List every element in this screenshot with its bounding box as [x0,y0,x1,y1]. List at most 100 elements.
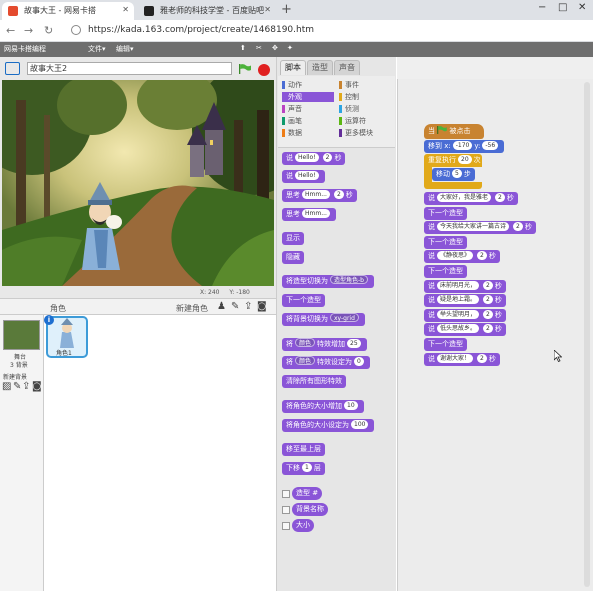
block-dropdown[interactable]: 造型角色-b [330,275,368,284]
next-costume-block[interactable]: 下一个造型 [424,236,467,249]
stage-thumbnail[interactable] [3,320,40,350]
edit-menu[interactable]: 编辑▾ [116,44,134,54]
script-scrollbar[interactable] [584,82,590,587]
camera-icon[interactable]: ◙ [257,301,267,312]
cut-icon[interactable]: ✂ [256,44,262,52]
think-block[interactable]: 思考 Hmm... [282,208,336,221]
say-for-secs-block[interactable]: 说 Hello! 2 秒 [282,152,346,165]
block-input[interactable]: 1 [302,463,312,472]
close-window-icon[interactable]: ✕ [578,2,586,13]
show-block[interactable]: 显示 [282,232,304,245]
stop-icon[interactable] [258,64,270,76]
category-1[interactable]: 事件 [339,80,391,90]
block-dropdown[interactable]: xy-grid [330,313,359,322]
set-effect-block[interactable]: 将颜色 特效设定为 0 [282,356,370,369]
hide-block[interactable]: 隐藏 [282,251,304,264]
block-input[interactable]: 0 [354,357,364,366]
set-size-block[interactable]: 将角色的大小设定为 100 [282,419,375,432]
block-input[interactable]: 今天我给大家讲一篇古诗 [437,222,510,231]
block-input[interactable]: 5 [452,169,462,178]
forward-icon[interactable]: → [24,24,33,37]
block-input[interactable]: 2 [483,324,493,333]
block-input[interactable]: 2 [483,281,493,290]
choose-sprite-icon[interactable]: ♟ [217,301,226,312]
tab-sounds[interactable]: 声音 [334,60,360,75]
costume-number-checkbox[interactable] [282,490,290,498]
say-for-secs-block[interactable]: 说疑是地上霜。 2 秒 [424,294,506,307]
block-input[interactable]: 10 [344,401,358,410]
reload-icon[interactable]: ↻ [44,24,53,37]
browser-tab-active[interactable]: 故事大王 - 网易卡搭 ✕ [2,2,134,20]
browser-tab[interactable]: 雅老师的科技学堂 - 百度贴吧 ✕ [138,2,276,20]
kada-logo[interactable]: 网易卡搭编程 [4,44,46,54]
new-tab-button[interactable]: + [281,2,292,17]
switch-costume-block[interactable]: 将造型切换为 造型角色-b [282,275,374,288]
block-input[interactable]: 大家好，我是雅老 [437,193,492,202]
block-input[interactable]: Hmm... [302,190,330,199]
move-steps-block[interactable]: 移动 5 步 [432,168,475,181]
block-input[interactable]: 举头望明月， [437,310,480,319]
paint-backdrop-icon[interactable]: ✎ [13,381,21,392]
block-input[interactable]: 《静夜思》 [437,251,474,260]
category-3[interactable]: 控制 [339,92,391,102]
block-input[interactable]: 2 [333,190,344,199]
grow-icon[interactable]: ✥ [272,44,278,52]
think-for-secs-block[interactable]: 思考 Hmm... 2 秒 [282,189,357,202]
category-6[interactable]: 画笔 [282,116,334,126]
change-effect-block[interactable]: 将颜色 特效增加 25 [282,338,367,351]
backdrop-name-reporter[interactable]: 背景名称 [292,503,328,516]
change-size-block[interactable]: 将角色的大小增加 10 [282,400,364,413]
block-input[interactable]: Hmm... [302,209,330,218]
block-dropdown[interactable]: 颜色 [295,356,316,365]
block-input[interactable]: 2 [477,251,487,260]
block-input[interactable]: 20 [458,155,472,164]
category-5[interactable]: 侦测 [339,104,391,114]
minimize-icon[interactable]: − [538,2,546,13]
say-block[interactable]: 说 Hello! [282,170,325,183]
say-for-secs-block[interactable]: 说低头思故乡。 2 秒 [424,323,506,336]
say-for-secs-block[interactable]: 说谢谢大家！ 2 秒 [424,353,500,366]
say-for-secs-block[interactable]: 说《静夜思》 2 秒 [424,250,500,263]
close-tab-icon[interactable]: ✕ [264,5,271,14]
block-input[interactable]: 疑是地上霜。 [437,295,480,304]
block-input[interactable]: -170 [452,141,473,150]
block-input[interactable]: Hello! [295,171,319,180]
category-0[interactable]: 动作 [282,80,334,90]
size-reporter[interactable]: 大小 [292,519,314,532]
say-for-secs-block[interactable]: 说床前明月光， 2 秒 [424,280,506,293]
tab-scripts[interactable]: 脚本 [280,60,306,75]
block-input[interactable]: 2 [477,354,487,363]
block-input[interactable]: 2 [495,193,505,202]
block-input[interactable]: 2 [483,310,493,319]
block-input[interactable]: 2 [483,295,493,304]
site-info-icon[interactable] [71,25,81,35]
category-4[interactable]: 声音 [282,104,334,114]
tab-costumes[interactable]: 造型 [307,60,333,75]
duplicate-icon[interactable]: ⬆ [240,44,246,52]
go-to-front-block[interactable]: 移至最上层 [282,443,325,456]
upload-backdrop-icon[interactable]: ⇪ [22,381,30,392]
fullscreen-icon[interactable] [5,62,20,75]
green-flag-icon[interactable] [239,64,251,74]
category-7[interactable]: 运算符 [339,116,391,126]
stage-canvas[interactable] [2,80,274,286]
say-for-secs-block[interactable]: 说大家好，我是雅老 2 秒 [424,192,518,205]
info-icon[interactable]: i [44,315,54,325]
block-input[interactable]: Hello! [295,153,319,162]
block-input[interactable]: -56 [482,141,499,150]
paint-sprite-icon[interactable]: ✎ [231,301,239,312]
backdrop-library-icon[interactable]: ▨ [2,381,11,392]
close-tab-icon[interactable]: ✕ [122,5,129,14]
next-costume-block[interactable]: 下一个造型 [282,294,325,307]
maximize-icon[interactable]: □ [558,2,567,13]
block-input[interactable]: 低头思故乡。 [437,324,480,333]
back-icon[interactable]: ← [6,24,15,37]
block-input[interactable]: 床前明月光， [437,281,480,290]
go-to-xy-block[interactable]: 移到 x: -170 y: -56 [424,140,505,153]
block-dropdown[interactable]: 颜色 [295,338,316,347]
file-menu[interactable]: 文件▾ [88,44,106,54]
upload-sprite-icon[interactable]: ⇪ [244,301,252,312]
block-input[interactable]: 100 [351,420,369,429]
category-8[interactable]: 数据 [282,128,334,138]
next-costume-block[interactable]: 下一个造型 [424,207,467,220]
